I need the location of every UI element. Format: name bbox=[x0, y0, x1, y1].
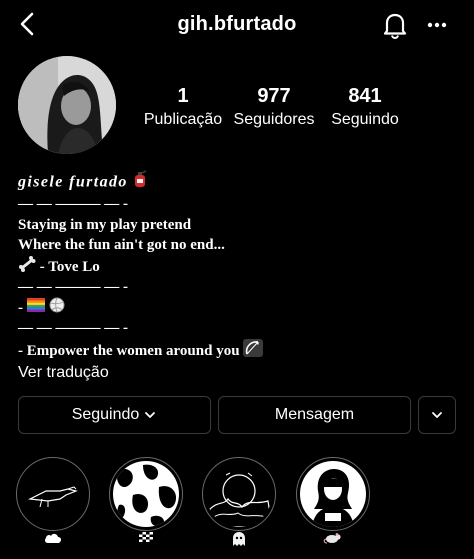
bone-icon bbox=[18, 256, 36, 279]
bio-line-empower: - Empower the women around you bbox=[18, 338, 458, 360]
chevron-down-icon bbox=[432, 412, 442, 418]
bio-empower-text: - Empower the women around you bbox=[18, 342, 244, 359]
highlight-4[interactable] bbox=[296, 457, 370, 531]
bio-line-divider-3: — — ——— — - bbox=[18, 320, 128, 337]
ellipsis-icon bbox=[427, 22, 447, 28]
profile-bio: gisele furtado — — ——— — - Staying in my… bbox=[18, 170, 458, 384]
profile-avatar[interactable] bbox=[18, 56, 116, 154]
followers-label: Seguidores bbox=[233, 111, 315, 128]
highlight-2-cover bbox=[113, 461, 179, 527]
bio-line-divider: — — ——— — - bbox=[18, 196, 128, 212]
ghost-icon bbox=[202, 531, 276, 550]
highlight-1-cover bbox=[20, 461, 86, 527]
highlight-1[interactable] bbox=[16, 457, 90, 531]
highlight-4-cover bbox=[300, 461, 366, 527]
following-button-label: Seguindo bbox=[71, 406, 140, 423]
rat-icon bbox=[296, 531, 370, 548]
more-options-button[interactable] bbox=[424, 14, 450, 36]
posts-label: Publicação bbox=[143, 111, 223, 128]
posts-stat: 1 Publicação bbox=[138, 84, 228, 130]
followers-stat[interactable]: 977 Seguidores bbox=[228, 84, 320, 130]
cloud-icon bbox=[16, 531, 90, 548]
posts-count: 1 bbox=[177, 85, 189, 107]
suggested-accounts-button[interactable] bbox=[418, 396, 456, 434]
message-button[interactable]: Mensagem bbox=[218, 396, 411, 434]
bio-emoji-prefix: - bbox=[18, 300, 27, 317]
bell-icon bbox=[383, 13, 407, 40]
highlight-2[interactable] bbox=[109, 457, 183, 531]
followers-count: 977 bbox=[257, 85, 291, 107]
following-button[interactable]: Seguindo bbox=[18, 396, 211, 434]
top-bar: gih.bfurtado bbox=[0, 0, 474, 50]
volleyball-icon bbox=[49, 297, 65, 320]
bow-arrow-icon bbox=[243, 338, 264, 364]
bio-line-emojis: - bbox=[18, 297, 458, 318]
following-stat[interactable]: 841 Seguindo bbox=[320, 84, 410, 130]
see-translation-link[interactable]: Ver tradução bbox=[18, 362, 458, 384]
notifications-button[interactable] bbox=[382, 11, 408, 40]
following-label: Seguindo bbox=[331, 111, 399, 128]
fire-extinguisher-icon bbox=[133, 170, 147, 196]
bio-line-artist: - Tove Lo bbox=[18, 256, 458, 277]
following-count: 841 bbox=[348, 85, 382, 107]
profile-stats: 1 Publicação 977 Seguidores 841 Seguindo bbox=[138, 84, 410, 130]
bio-line-lyric-1: Staying in my play pretend bbox=[18, 216, 192, 233]
bio-line-divider-2: — — ——— — - bbox=[18, 278, 128, 295]
message-button-label: Mensagem bbox=[274, 406, 355, 423]
chevron-down-icon bbox=[145, 412, 156, 418]
bio-display-name: gisele furtado bbox=[18, 173, 128, 191]
bio-artist-text: - Tove Lo bbox=[36, 258, 100, 275]
checkered-flag-icon bbox=[109, 531, 183, 548]
highlight-3-cover bbox=[206, 461, 272, 527]
profile-photo bbox=[18, 56, 116, 154]
rainbow-flag-icon bbox=[26, 298, 45, 319]
highlight-3[interactable] bbox=[202, 457, 276, 531]
bio-line-lyric-2: Where the fun ain't got no end... bbox=[18, 237, 225, 254]
bio-name-line: gisele furtado bbox=[18, 170, 458, 194]
